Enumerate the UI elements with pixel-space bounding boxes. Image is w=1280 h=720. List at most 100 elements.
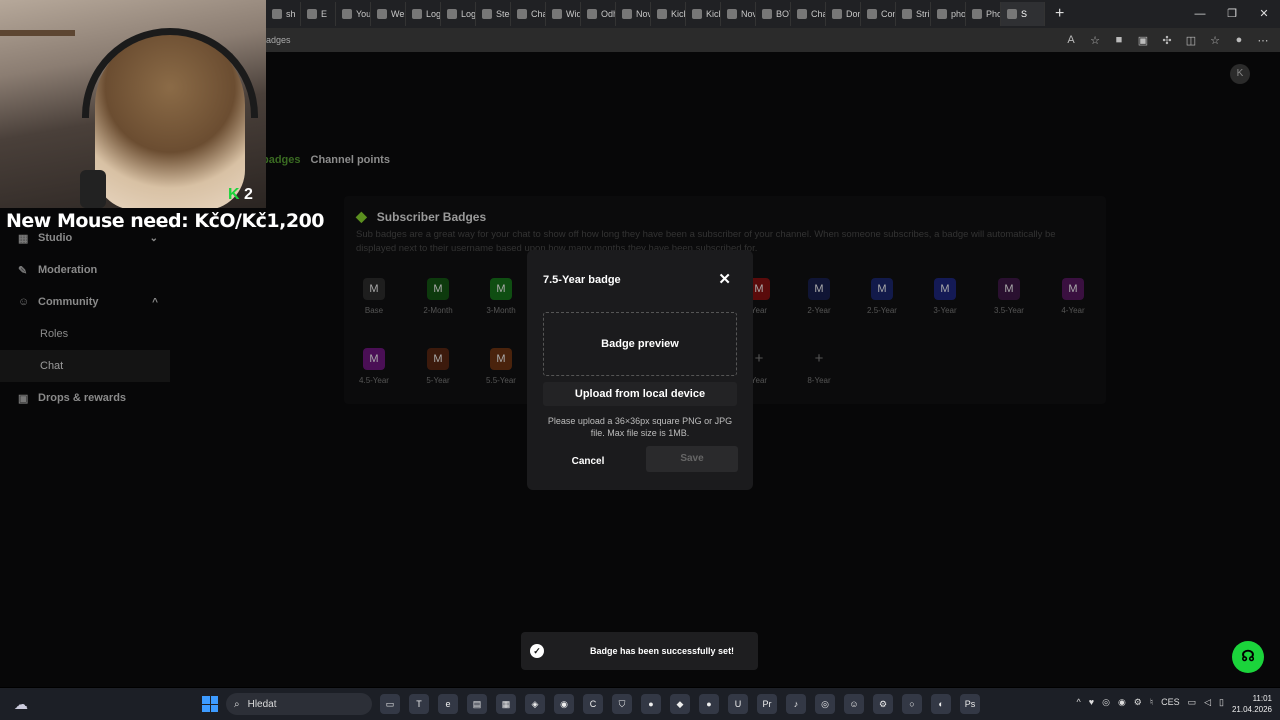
teams-icon[interactable]: T bbox=[409, 694, 429, 714]
language-indicator[interactable]: CES bbox=[1161, 697, 1180, 708]
app-icon[interactable]: ● bbox=[641, 694, 661, 714]
badge-slot[interactable]: +8-Year bbox=[789, 348, 849, 385]
cancel-button[interactable]: Cancel bbox=[557, 450, 619, 474]
browser-tab[interactable]: Kick bbox=[686, 2, 721, 26]
tray-app-icon[interactable]: ♥ bbox=[1089, 697, 1094, 708]
badge-slot[interactable]: M 4.5-Year bbox=[344, 348, 404, 385]
badge-label: 5-Year bbox=[426, 376, 450, 385]
read-aloud-icon[interactable]: A bbox=[1064, 34, 1078, 47]
browser-tab[interactable]: BOT bbox=[756, 2, 791, 26]
more-menu-icon[interactable]: ⋯ bbox=[1256, 34, 1270, 47]
badge-slot[interactable]: M 4-Year bbox=[1043, 278, 1103, 315]
browser-tab[interactable]: Chat bbox=[791, 2, 826, 26]
browser-tab[interactable]: Chat bbox=[511, 2, 546, 26]
photoshop-icon[interactable]: Ps bbox=[960, 694, 980, 714]
clock[interactable]: 11:01 21.04.2026 bbox=[1232, 693, 1272, 715]
save-button[interactable]: Save bbox=[646, 446, 738, 472]
badge-preview[interactable]: Badge preview bbox=[543, 312, 737, 376]
shield-icon[interactable]: ⛉ bbox=[612, 694, 632, 714]
new-tab-button[interactable]: + bbox=[1055, 5, 1064, 23]
weather-icon[interactable]: ☁ bbox=[14, 696, 28, 713]
browser-tab[interactable]: Phot bbox=[966, 2, 1001, 26]
browser-tab[interactable]: Widg bbox=[546, 2, 581, 26]
network-icon[interactable]: ▭ bbox=[1188, 697, 1197, 708]
steam-tray-icon[interactable]: ⚙ bbox=[1134, 697, 1142, 708]
sidebar-item-chat[interactable]: Chat bbox=[0, 350, 170, 382]
badge-slot[interactable]: M 5-Year bbox=[408, 348, 468, 385]
split-screen-icon[interactable]: ◫ bbox=[1184, 34, 1198, 47]
task-view-icon[interactable]: ▭ bbox=[380, 694, 400, 714]
browser-tab[interactable]: Nov bbox=[616, 2, 651, 26]
browser-tab[interactable]: Nov bbox=[721, 2, 756, 26]
browser-tab[interactable]: S bbox=[1001, 2, 1045, 26]
app-icon[interactable]: ● bbox=[699, 694, 719, 714]
volume-icon[interactable]: ◁ bbox=[1204, 697, 1211, 708]
sidebar-item-community[interactable]: ☺ Community ^ bbox=[0, 286, 170, 318]
browser-tab[interactable]: Webi bbox=[371, 2, 406, 26]
browser-tab[interactable]: sh bbox=[266, 2, 301, 26]
chrome-icon[interactable]: ◉ bbox=[554, 694, 574, 714]
extension-icon[interactable]: ▣ bbox=[1136, 34, 1150, 47]
tray-app-icon[interactable]: ◉ bbox=[1118, 697, 1126, 708]
badge-slot[interactable]: M 5.5-Year bbox=[471, 348, 531, 385]
tray-app-icon[interactable]: ◎ bbox=[1102, 697, 1110, 708]
browser-tab[interactable]: E bbox=[301, 2, 336, 26]
badge-slot[interactable]: M Base bbox=[344, 278, 404, 315]
tab-channel-points[interactable]: Channel points bbox=[311, 154, 390, 166]
app-icon[interactable]: ○ bbox=[902, 694, 922, 714]
chevron-icon[interactable]: ⌄ bbox=[150, 233, 158, 244]
browser-tab[interactable]: Logi bbox=[406, 2, 441, 26]
brave-icon[interactable]: ◈ bbox=[525, 694, 545, 714]
app-icon[interactable]: C bbox=[583, 694, 603, 714]
upload-button[interactable]: Upload from local device bbox=[543, 382, 737, 406]
close-window-icon[interactable]: ✕ bbox=[1248, 0, 1280, 28]
app-icon[interactable]: U bbox=[728, 694, 748, 714]
user-avatar[interactable]: K bbox=[1230, 64, 1250, 84]
taskbar-search[interactable]: ⌕ Hledat bbox=[226, 693, 372, 715]
browser-tab[interactable]: photo bbox=[931, 2, 966, 26]
badge-slot[interactable]: M 3-Year bbox=[915, 278, 975, 315]
app-icon[interactable]: ◎ bbox=[815, 694, 835, 714]
store-icon[interactable]: ▦ bbox=[496, 694, 516, 714]
chevron-up-icon[interactable]: ^ bbox=[1077, 697, 1081, 708]
sidebar-item-roles[interactable]: Roles bbox=[0, 318, 170, 350]
premiere-icon[interactable]: Pr bbox=[757, 694, 777, 714]
minimize-icon[interactable]: — bbox=[1184, 0, 1216, 28]
browser-tab[interactable]: Kick bbox=[651, 2, 686, 26]
close-icon[interactable]: ✕ bbox=[718, 270, 731, 288]
profile-icon[interactable]: ● bbox=[1232, 34, 1246, 47]
favorites-icon[interactable]: ☆ bbox=[1208, 34, 1222, 47]
maximize-icon[interactable]: ❐ bbox=[1216, 0, 1248, 28]
browser-tab[interactable]: Odhu bbox=[581, 2, 616, 26]
badge-slot[interactable]: M 2.5-Year bbox=[852, 278, 912, 315]
help-chat-button[interactable]: ☊ bbox=[1232, 641, 1264, 673]
mic-icon[interactable]: ♮ bbox=[1150, 697, 1153, 708]
badge-slot[interactable]: M 2-Year bbox=[789, 278, 849, 315]
browser-tab[interactable]: Logi bbox=[441, 2, 476, 26]
browser-tab[interactable]: Dono bbox=[826, 2, 861, 26]
sidebar-item-moderation[interactable]: ✎ Moderation bbox=[0, 254, 170, 286]
badge-slot[interactable]: M 2-Month bbox=[408, 278, 468, 315]
battery-icon[interactable]: ▯ bbox=[1219, 697, 1224, 708]
badge-slot[interactable]: M 3-Month bbox=[471, 278, 531, 315]
chevron-icon[interactable]: ^ bbox=[152, 297, 158, 308]
url-text[interactable]: adges bbox=[266, 35, 291, 45]
extension-icon[interactable]: ■ bbox=[1112, 34, 1126, 47]
edge-icon[interactable]: e bbox=[438, 694, 458, 714]
puzzle-icon[interactable]: ✣ bbox=[1160, 34, 1174, 47]
music-icon[interactable]: ♪ bbox=[786, 694, 806, 714]
browser-tab[interactable]: Youn bbox=[336, 2, 371, 26]
app-icon[interactable]: ◐ bbox=[931, 694, 951, 714]
badge-slot[interactable]: M 3.5-Year bbox=[979, 278, 1039, 315]
folder-icon[interactable]: ▤ bbox=[467, 694, 487, 714]
steam-icon[interactable]: ⚙ bbox=[873, 694, 893, 714]
discord-icon[interactable]: ☺ bbox=[844, 694, 864, 714]
browser-tab[interactable]: Strip bbox=[896, 2, 931, 26]
start-icon[interactable] bbox=[202, 696, 218, 712]
tab-badges[interactable]: badges bbox=[262, 154, 301, 166]
browser-tab[interactable]: Steel bbox=[476, 2, 511, 26]
favorite-star-icon[interactable]: ☆ bbox=[1088, 34, 1102, 47]
sidebar-item-drops-rewards[interactable]: ▣ Drops & rewards bbox=[0, 382, 170, 414]
app-icon[interactable]: ◆ bbox=[670, 694, 690, 714]
browser-tab[interactable]: Conf bbox=[861, 2, 896, 26]
